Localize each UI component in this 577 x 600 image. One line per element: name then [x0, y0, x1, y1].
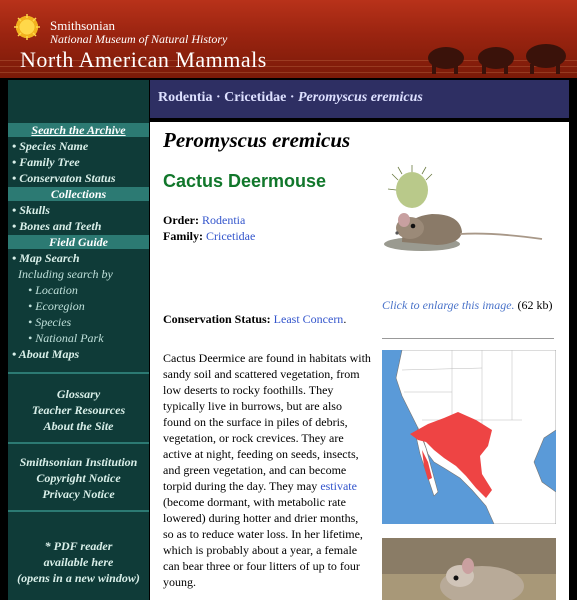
sidebar-item-location[interactable]: • Location	[8, 282, 149, 298]
sidebar-link-privacy[interactable]: Privacy Notice	[8, 486, 149, 502]
sidebar-divider	[8, 372, 149, 374]
sidebar-item-species[interactable]: • Species	[8, 314, 149, 330]
breadcrumb-separator: ·	[286, 90, 298, 105]
breadcrumb: Rodentia · Cricetidae · Peromyscus eremi…	[158, 90, 423, 106]
sidebar-link-copyright[interactable]: Copyright Notice	[8, 470, 149, 486]
sidebar-heading-search[interactable]: Search the Archive	[8, 123, 149, 137]
breadcrumb-bar: Rodentia · Cricetidae · Peromyscus eremi…	[150, 80, 569, 118]
sidebar: Search the Archive • Species Name • Fami…	[8, 80, 149, 600]
sidebar-item-about-maps[interactable]: • About Maps	[8, 346, 149, 362]
conservation-link[interactable]: Least Concern	[274, 312, 344, 326]
family-row: Family: Cricetidae	[163, 229, 255, 244]
sidebar-link-about-site[interactable]: About the Site	[8, 418, 149, 434]
sidebar-item-family-tree[interactable]: • Family Tree	[8, 154, 149, 170]
cactus-icon	[387, 165, 433, 208]
order-row: Order: Rodentia	[163, 213, 245, 228]
mouse-illustration[interactable]	[382, 162, 552, 252]
sidebar-link-glossary[interactable]: Glossary	[8, 386, 149, 402]
description-text: Cactus Deermice are found in habitats wi…	[163, 351, 371, 493]
family-label: Family:	[163, 229, 203, 243]
sidebar-item-ecoregion[interactable]: • Ecoregion	[8, 298, 149, 314]
sidebar-divider	[8, 510, 149, 512]
smithsonian-sun-logo-icon[interactable]	[14, 14, 40, 40]
order-label: Order:	[163, 213, 199, 227]
species-description: Cactus Deermice are found in habitats wi…	[163, 350, 371, 590]
image-size: (62 kb)	[517, 298, 553, 312]
musk-ox-silhouettes-icon	[428, 44, 566, 74]
sidebar-link-teacher-resources[interactable]: Teacher Resources	[8, 402, 149, 418]
pdf-reader-note: * PDF reader	[44, 539, 113, 553]
breadcrumb-species: Peromyscus eremicus	[298, 90, 423, 105]
breadcrumb-separator: ·	[212, 90, 225, 105]
enlarge-image-link[interactable]: Click to enlarge this image.	[382, 298, 515, 312]
breadcrumb-family[interactable]: Cricetidae	[224, 90, 286, 105]
range-map[interactable]	[382, 350, 556, 524]
order-link[interactable]: Rodentia	[202, 213, 245, 227]
family-link[interactable]: Cricetidae	[206, 229, 255, 243]
divider	[382, 338, 554, 339]
common-name: Cactus Deermouse	[163, 171, 327, 191]
breadcrumb-order[interactable]: Rodentia	[158, 90, 212, 105]
sidebar-item-species-name[interactable]: • Species Name	[8, 138, 149, 154]
header-banner: Smithsonian National Museum of Natural H…	[0, 0, 577, 78]
sidebar-link-smithsonian[interactable]: Smithsonian Institution	[8, 454, 149, 470]
mouse-photo[interactable]	[382, 538, 556, 600]
sidebar-heading-collections: Collections	[8, 187, 149, 201]
sidebar-heading-field-guide: Field Guide	[8, 235, 149, 249]
page-title: Peromyscus eremicus	[163, 128, 351, 152]
pdf-reader-new-window: (opens in a new window)	[17, 571, 140, 585]
sidebar-divider	[8, 442, 149, 444]
main-content: Peromyscus eremicus Cactus Deermouse Ord…	[150, 122, 569, 600]
conservation-row: Conservation Status: Least Concern.	[163, 312, 347, 326]
sidebar-item-bones-teeth[interactable]: • Bones and Teeth	[8, 218, 149, 234]
sidebar-item-skulls[interactable]: • Skulls	[8, 202, 149, 218]
site-title[interactable]: North American Mammals	[20, 47, 267, 73]
sidebar-item-national-park[interactable]: • National Park	[8, 330, 149, 346]
enlarge-note: Click to enlarge this image. (62 kb)	[382, 298, 562, 313]
museum-name[interactable]: National Museum of Natural History	[50, 32, 227, 47]
sidebar-item-conservation-status[interactable]: • Conservaton Status	[8, 170, 149, 186]
description-text-continued: (become dormant, with metabolic rate low…	[163, 495, 363, 589]
sidebar-including-label: Including search by	[18, 267, 113, 281]
conservation-label: Conservation Status:	[163, 312, 271, 326]
estivate-link[interactable]: estivate	[320, 479, 357, 493]
pdf-reader-link[interactable]: available here	[8, 554, 149, 570]
sidebar-item-map-search[interactable]: • Map Search	[8, 250, 149, 266]
